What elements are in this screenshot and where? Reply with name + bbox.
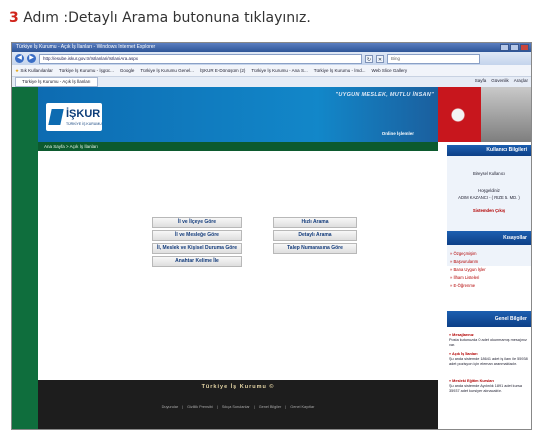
news-item: » Mesajlarınız Posta kutunuzda 0 adet oku… <box>449 333 529 348</box>
logo-text: İŞKUR <box>66 108 101 120</box>
footer-links: Duyurular | Gizlilik Prensibi | Sıkça Sorula… <box>38 405 438 409</box>
favorite-item[interactable]: Web Slice Gallery <box>371 68 407 73</box>
favorite-item[interactable]: Türkiye İş Kurumu - İşgüc... <box>59 68 114 73</box>
favorites-bar: ★ Sık Kullanılanlar Türkiye İş Kurumu - … <box>12 65 531 77</box>
cmd-page[interactable]: Sayfa <box>475 78 487 83</box>
cmd-tools[interactable]: Araçlar <box>514 78 528 83</box>
footer-link[interactable]: Genel Kayıtlar <box>286 405 318 409</box>
refresh-icon[interactable]: ↻ <box>365 54 373 63</box>
slogan: "UYGUN MESLEK, MUTLU İNSAN" <box>335 92 434 98</box>
maximize-button[interactable] <box>510 44 519 51</box>
favorite-item[interactable]: Türkiye İş Kurumu - Ana S... <box>251 68 307 73</box>
window-controls <box>500 44 529 51</box>
shortcut-link[interactable]: » Özgeçmişim <box>450 250 486 258</box>
instruction: 3 Adım :Detaylı Arama butonuna tıklayını… <box>9 10 311 26</box>
footer-link[interactable]: Duyurular <box>158 405 182 409</box>
search-input[interactable]: Bing <box>387 53 480 64</box>
url-field[interactable]: http://esube.iskur.gov.tr/IsIlanlari/IsI… <box>39 53 362 64</box>
logout-link[interactable]: Sistemden Çıkış <box>447 208 531 213</box>
footer-link[interactable]: Genel Bilgiler <box>255 405 286 409</box>
instruction-text: Adım :Detaylı Arama butonuna tıklayınız. <box>18 10 311 26</box>
welcome-text: Hoşgeldiniz <box>478 188 500 193</box>
news-text: Posta kutunuzda 0 adet okunmamış mesajın… <box>449 338 527 347</box>
star-icon: ★ <box>15 67 20 73</box>
site-header: "UYGUN MESLEK, MUTLU İNSAN" İŞKUR TÜRKİY… <box>38 87 438 142</box>
footer-title: Türkiye İş Kurumu © <box>201 384 275 390</box>
main-content: "UYGUN MESLEK, MUTLU İNSAN" İŞKUR TÜRKİY… <box>38 87 444 429</box>
favorite-item[interactable]: ★ Sık Kullanılanlar <box>15 68 53 74</box>
address-bar: ◀ ▶ http://esube.iskur.gov.tr/IsIlanlari… <box>12 52 531 65</box>
footer-link[interactable]: Gizlilik Prensibi <box>183 405 217 409</box>
logo-subtitle: TÜRKİYE İŞ KURUMU <box>66 122 102 126</box>
anahtar-kelime-button[interactable]: Anahtar Kelime İle <box>152 256 242 267</box>
user-type: Bireysel Kullanıcı <box>472 171 506 176</box>
shortcut-link[interactable]: » Bana Uygun İşler <box>450 266 486 274</box>
stop-icon[interactable]: ✕ <box>376 54 384 63</box>
il-ilce-button[interactable]: İl ve İlçeye Göre <box>152 217 242 228</box>
news-title[interactable]: » Mesleki Eğitim Kursları <box>449 379 494 383</box>
online-services-link[interactable]: Online İşlemler <box>382 131 414 136</box>
news-title[interactable]: » Açık İş İlanları <box>449 352 478 356</box>
news-item: » Açık İş İlanları Şu anda sistemde 18641… <box>449 352 529 367</box>
user-name: ADIM KAZANCI - ( RIZE 5. MD. ) <box>458 195 520 200</box>
logo-mark-icon <box>48 109 64 125</box>
favorite-label: Sık Kullanılanlar <box>20 67 53 73</box>
cmd-security[interactable]: Güvenlik <box>491 78 509 83</box>
talep-numarasi-button[interactable]: Talep Numarasına Göre <box>273 243 357 254</box>
back-icon[interactable]: ◀ <box>15 54 24 63</box>
shortcuts-header: Kısayollar <box>447 231 531 245</box>
step-number: 3 <box>9 10 19 26</box>
user-info-header: Kullanıcı Bilgileri <box>447 145 531 156</box>
site-footer: Türkiye İş Kurumu © Duyurular | Gizlilik P… <box>38 380 438 429</box>
detayli-arama-button[interactable]: Detaylı Arama <box>273 230 357 241</box>
iskur-logo[interactable]: İŞKUR TÜRKİYE İŞ KURUMU <box>46 103 102 131</box>
news-item: » Mesleki Eğitim Kursları Şu anda sistemd… <box>449 379 529 394</box>
shortcut-link[interactable]: » İlham Listeleri <box>450 274 486 282</box>
command-bar: Sayfa Güvenlik Araçlar <box>475 78 528 83</box>
portrait-image <box>481 87 531 142</box>
minimize-button[interactable] <box>500 44 509 51</box>
news-title[interactable]: » Mesajlarınız <box>449 333 474 337</box>
website: "UYGUN MESLEK, MUTLU İNSAN" İŞKUR TÜRKİY… <box>12 87 531 429</box>
breadcrumb[interactable]: Ana Sayfa > Açık İş İlanları <box>38 142 444 151</box>
footer-link[interactable]: Sıkça Sorulanlar <box>218 405 254 409</box>
news-text: Şu anda sistemde Aydınlık 1891 adet kurs… <box>449 384 522 393</box>
general-info-header: Genel Bilgiler <box>447 311 531 327</box>
il-meslek-kisisel-button[interactable]: İl, Meslek ve Kişisel Duruma Göre <box>152 243 242 254</box>
shortcut-link[interactable]: » E-Öğrenme <box>450 282 486 290</box>
hizli-arama-button[interactable]: Hızlı Arama <box>273 217 357 228</box>
shortcut-link[interactable]: » Başvurularım <box>450 258 486 266</box>
browser-screenshot: Türkiye İş Kurumu - Açık İş İlanları - W… <box>11 42 532 430</box>
forward-icon[interactable]: ▶ <box>27 54 36 63</box>
shortcut-list: » Özgeçmişim » Başvurularım » Bana Uygun… <box>450 250 486 290</box>
favorite-item[interactable]: İŞKUR E-Dönüşüm (2) <box>200 68 246 73</box>
close-button[interactable] <box>520 44 529 51</box>
favorite-item[interactable]: Türkiye İş Kurumu Genel... <box>140 68 194 73</box>
news-text: Şu anda sistemde 18641 adet iş ilanı ile… <box>449 357 528 366</box>
window-title: Türkiye İş Kurumu - Açık İş İlanları - W… <box>12 43 531 52</box>
browser-tab[interactable]: Türkiye İş Kurumu - Açık İş İlanları <box>15 77 98 87</box>
favorite-item[interactable]: Google <box>120 68 135 73</box>
il-meslek-button[interactable]: İl ve Mesleğe Göre <box>152 230 242 241</box>
search-options: İl ve İlçeye Göre İl ve Mesleğe Göre İl,… <box>38 151 426 381</box>
right-sidebar: Kullanıcı Bilgileri Bireysel Kullanıcı H… <box>438 87 531 429</box>
window-title-text: Türkiye İş Kurumu - Açık İş İlanları - W… <box>16 44 156 50</box>
favorite-item[interactable]: Türkiye İş Kurumu - İmd... <box>314 68 366 73</box>
